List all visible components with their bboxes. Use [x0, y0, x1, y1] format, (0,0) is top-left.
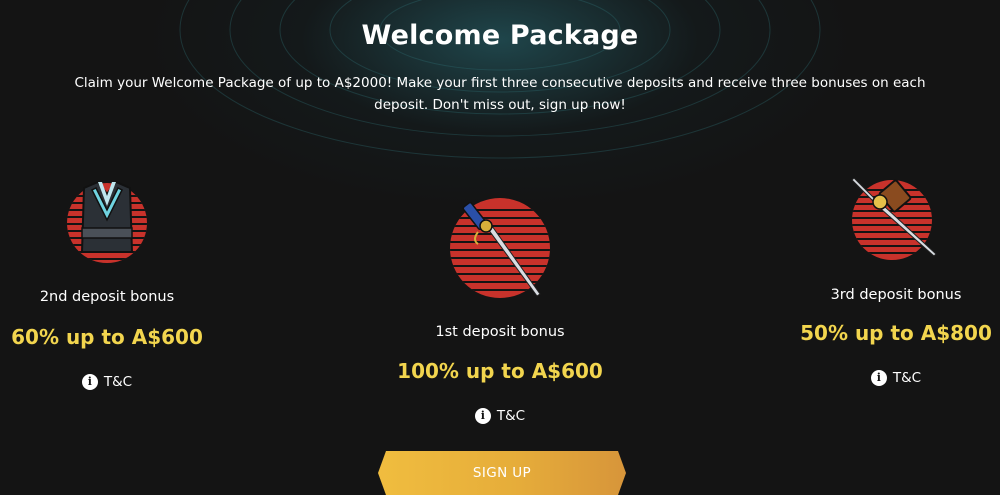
bonus-card-3rd: 3rd deposit bonus 50% up to A$800 i T&C — [776, 178, 1000, 386]
terms-label: T&C — [496, 408, 526, 424]
bonus-card-1st: 1st deposit bonus 100% up to A$600 i T&C — [380, 196, 620, 424]
sign-up-button[interactable]: SIGN UP — [378, 451, 626, 495]
bonus-amount: 100% up to A$600 — [397, 359, 603, 383]
katana-icon — [450, 198, 550, 298]
info-icon: i — [474, 408, 491, 424]
page-subtitle: Claim your Welcome Package of up to A$20… — [74, 75, 926, 113]
terms-link[interactable]: i T&C — [474, 408, 526, 424]
terms-link[interactable]: i T&C — [870, 370, 922, 386]
bonus-label: 2nd deposit bonus — [39, 289, 175, 305]
bonus-amount: 60% up to A$600 — [11, 325, 203, 349]
kimono-armor-icon — [67, 180, 147, 263]
terms-label: T&C — [103, 374, 133, 390]
terms-link[interactable]: i T&C — [81, 374, 133, 390]
bonus-amount: 50% up to A$800 — [800, 321, 992, 345]
sign-up-label: SIGN UP — [472, 465, 532, 481]
bonus-card-2nd: 2nd deposit bonus 60% up to A$600 i T&C — [0, 176, 227, 390]
terms-label: T&C — [892, 370, 922, 386]
info-icon: i — [870, 370, 887, 386]
war-hammer-icon — [851, 178, 937, 260]
bonus-label: 1st deposit bonus — [435, 324, 565, 340]
page-title: Welcome Package — [361, 20, 639, 51]
bonus-label: 3rd deposit bonus — [830, 287, 962, 303]
info-icon: i — [81, 374, 98, 390]
